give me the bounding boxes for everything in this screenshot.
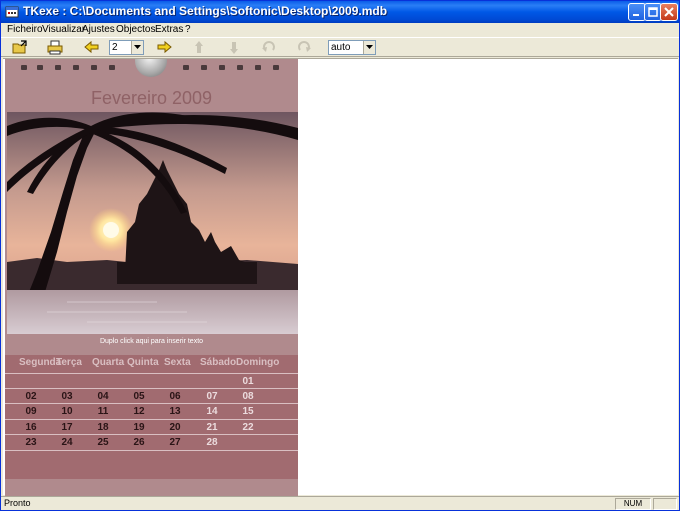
app-icon <box>5 5 19 19</box>
app-window: TKexe : C:\Documents and Settings\Softon… <box>0 0 680 511</box>
move-up-button[interactable] <box>190 39 208 56</box>
caption-text[interactable]: Duplo click aqui para inserir texto <box>5 338 298 345</box>
menu-extras[interactable]: Extras <box>154 23 184 36</box>
menu-ajustes[interactable]: Ajustes <box>81 23 116 36</box>
menu-visualizar[interactable]: Visualizar <box>41 23 86 36</box>
calendar-day[interactable]: 15 <box>236 406 260 417</box>
calendar-photo[interactable] <box>7 112 298 334</box>
calendar-hanger-ring <box>135 59 167 77</box>
menu-ficheiro[interactable]: Ficheiro <box>6 23 44 36</box>
day-header: Domingo <box>236 357 280 368</box>
day-header: Terça <box>56 357 82 368</box>
calendar-day[interactable]: 01 <box>236 376 260 387</box>
calendar-day[interactable]: 28 <box>200 437 224 448</box>
calendar-day[interactable]: 25 <box>91 437 115 448</box>
day-header: Quinta <box>127 357 159 368</box>
calendar-day[interactable]: 05 <box>127 391 151 402</box>
calendar-day[interactable]: 20 <box>163 422 187 433</box>
calendar-day[interactable]: 02 <box>19 391 43 402</box>
calendar-day[interactable]: 22 <box>236 422 260 433</box>
calendar-day[interactable]: 10 <box>55 406 79 417</box>
status-pane-empty <box>653 498 677 510</box>
undo-button[interactable] <box>260 39 278 56</box>
calendar-day[interactable]: 16 <box>19 422 43 433</box>
menu-help[interactable]: ? <box>184 23 192 36</box>
close-button[interactable] <box>660 3 678 21</box>
calendar-day[interactable]: 27 <box>163 437 187 448</box>
print-button[interactable] <box>46 39 64 56</box>
next-page-button[interactable] <box>155 39 173 56</box>
calendar-day[interactable]: 18 <box>91 422 115 433</box>
calendar-day[interactable]: 12 <box>127 406 151 417</box>
day-header: Segunda <box>19 357 62 368</box>
toolbar: 2 auto <box>1 37 679 57</box>
status-text: Pronto <box>4 498 31 508</box>
zoom-select[interactable]: auto <box>328 40 376 55</box>
title-bar[interactable]: TKexe : C:\Documents and Settings\Softon… <box>1 1 679 23</box>
previous-page-button[interactable] <box>83 39 101 56</box>
move-down-button[interactable] <box>225 39 243 56</box>
calendar-day[interactable]: 17 <box>55 422 79 433</box>
calendar-day[interactable]: 11 <box>91 406 115 417</box>
calendar-day[interactable]: 24 <box>55 437 79 448</box>
calendar-day[interactable]: 06 <box>163 391 187 402</box>
calendar-day[interactable]: 19 <box>127 422 151 433</box>
calendar-grid: Segunda Terça Quarta Quinta Sexta Sábado… <box>5 355 298 479</box>
month-title[interactable]: Fevereiro 2009 <box>5 88 298 109</box>
window-title: TKexe : C:\Documents and Settings\Softon… <box>23 4 388 18</box>
chevron-down-icon[interactable] <box>131 41 143 54</box>
calendar-day[interactable]: 21 <box>200 422 224 433</box>
calendar-day[interactable]: 03 <box>55 391 79 402</box>
calendar-day[interactable]: 07 <box>200 391 224 402</box>
day-header: Sexta <box>164 357 191 368</box>
calendar-day[interactable]: 13 <box>163 406 187 417</box>
calendar-page[interactable]: Fevereiro 2009 Duplo click aqui para ins… <box>5 59 298 496</box>
status-bar: Pronto NUM <box>1 496 679 510</box>
day-header: Quarta <box>92 357 125 368</box>
open-button[interactable] <box>11 39 29 56</box>
calendar-day[interactable]: 14 <box>200 406 224 417</box>
calendar-day[interactable]: 09 <box>19 406 43 417</box>
calendar-day[interactable]: 04 <box>91 391 115 402</box>
calendar-day[interactable]: 23 <box>19 437 43 448</box>
calendar-day[interactable]: 26 <box>127 437 151 448</box>
page-select-value: 2 <box>112 42 118 53</box>
menu-bar: Ficheiro Visualizar Ajustes Objectos Ext… <box>1 23 679 37</box>
zoom-select-value: auto <box>331 42 351 53</box>
document-canvas[interactable]: Fevereiro 2009 Duplo click aqui para ins… <box>3 58 678 496</box>
page-select[interactable]: 2 <box>109 40 144 55</box>
redo-button[interactable] <box>295 39 313 56</box>
num-lock-indicator: NUM <box>615 498 651 510</box>
day-header: Sábado <box>200 357 237 368</box>
chevron-down-icon[interactable] <box>363 41 375 54</box>
calendar-day[interactable]: 08 <box>236 391 260 402</box>
menu-objectos[interactable]: Objectos <box>115 23 156 36</box>
